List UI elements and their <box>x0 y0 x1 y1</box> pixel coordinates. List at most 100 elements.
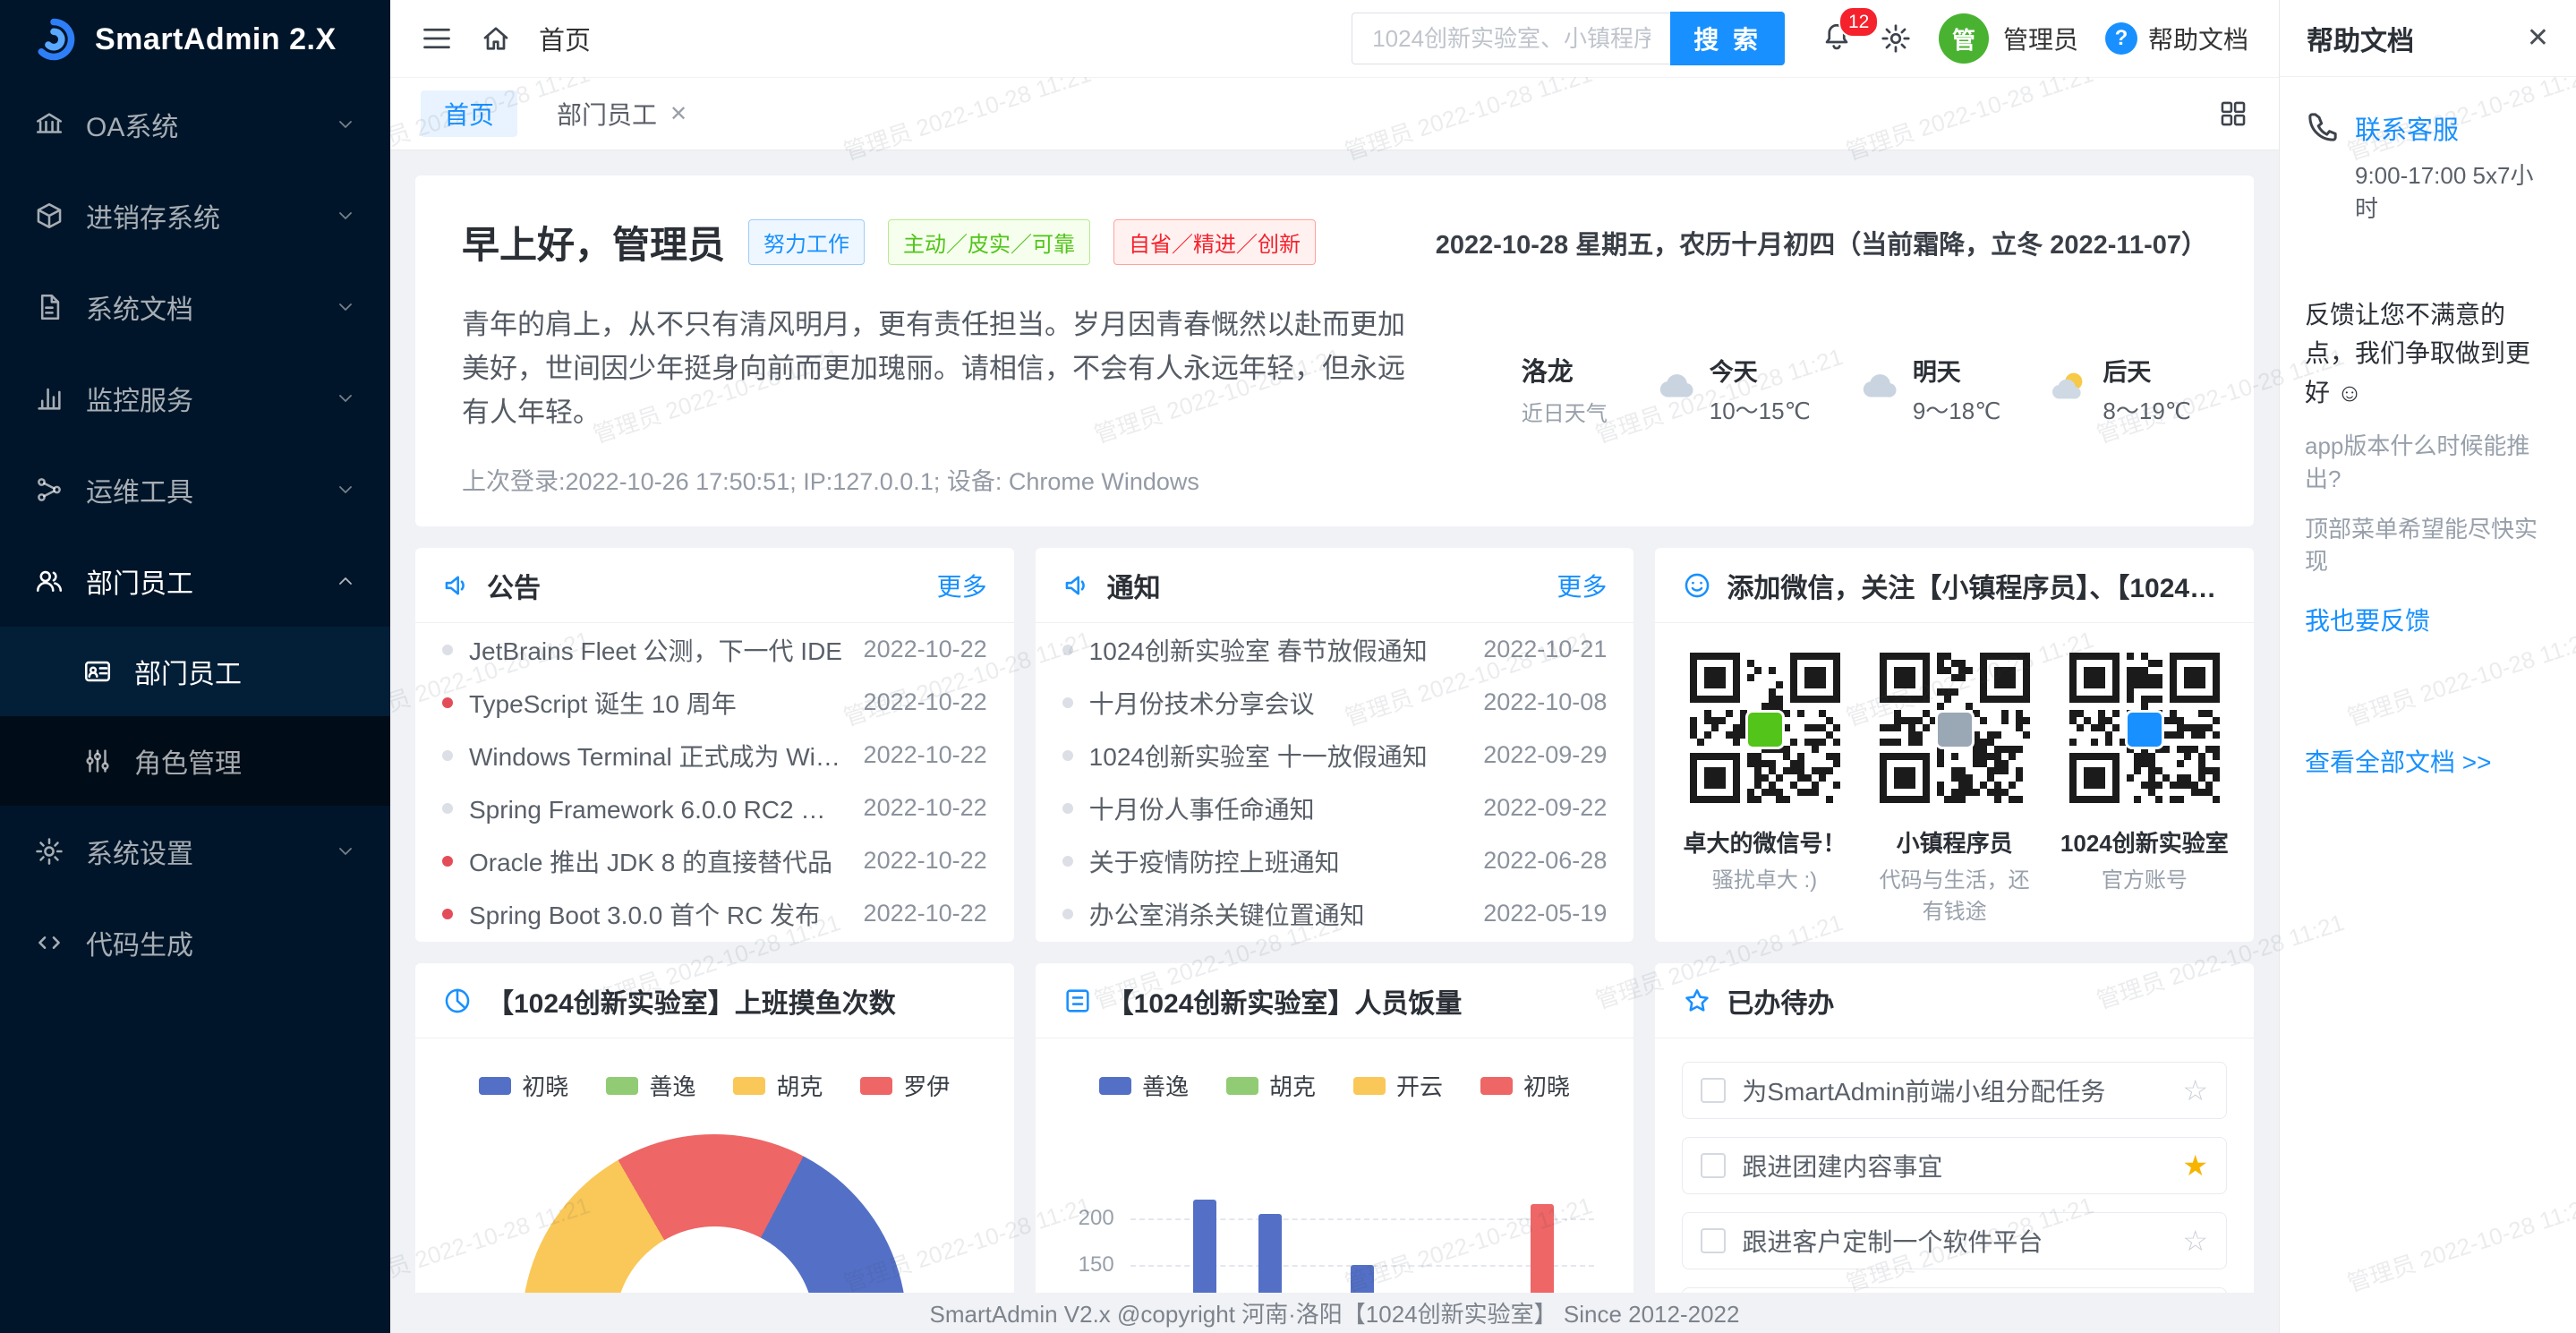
username: 管理员 <box>2003 21 2078 56</box>
tab-home[interactable]: 首页 <box>421 90 517 137</box>
bullet-dot <box>1062 803 1073 814</box>
announcement-item[interactable]: Windows Terminal 正式成为 Win...2022-10-22 <box>415 729 1014 782</box>
gear-icon <box>34 836 64 867</box>
qr-caption: 小镇程序员 <box>1864 825 2046 859</box>
news-title: 1024创新实验室 春节放假通知 <box>1089 632 1484 668</box>
news-title: TypeScript 诞生 10 周年 <box>469 685 864 721</box>
topbar: 首页 搜 索 12 管 管理员 ? 帮助文档 <box>390 0 2279 77</box>
search-input[interactable] <box>1352 13 1670 64</box>
weather-day: 后天 8～19℃ <box>2049 353 2191 426</box>
announcement-item[interactable]: JetBrains Fleet 公测，下一代 IDE2022-10-22 <box>415 623 1014 676</box>
bank-icon <box>34 109 64 140</box>
search-button[interactable]: 搜 索 <box>1670 12 1785 65</box>
legend-item: 善逸 <box>606 1069 695 1102</box>
star-toggle-icon[interactable]: ☆ <box>2182 1224 2208 1258</box>
todo-item[interactable]: 跟进客户定制一个软件平台 ☆ <box>1682 1212 2227 1269</box>
sidebar-subitem-dept-employee[interactable]: 部门员工 <box>0 627 390 716</box>
notice-item[interactable]: 十月份人事任命通知2022-09-22 <box>1036 782 1634 834</box>
settings-gear-icon[interactable] <box>1880 22 1912 55</box>
sidebar-item-oa-system[interactable]: OA系统 <box>0 79 390 170</box>
weather-day-label: 后天 <box>2103 353 2191 388</box>
weather-city: 洛龙 近日天气 <box>1522 351 1608 427</box>
close-icon[interactable]: ✕ <box>670 101 687 127</box>
sidebar-item-system-docs[interactable]: 系统文档 <box>0 261 390 353</box>
news-date: 2022-10-22 <box>864 900 987 927</box>
bottom-cards-row: 【1024创新实验室】上班摸鱼次数 初晓 善逸 胡克 罗伊 【1024创新实验室… <box>415 963 2254 1293</box>
announcement-item[interactable]: Oracle 推出 JDK 8 的直接替代品2022-10-22 <box>415 834 1014 887</box>
notice-item[interactable]: 十月份技术分享会议2022-10-08 <box>1036 676 1634 729</box>
home-icon[interactable] <box>480 22 512 55</box>
contact-service-link[interactable]: 联系客服 <box>2355 109 2551 147</box>
qr-row: 卓大的微信号！ 骚扰卓大 :) 小镇程序员 代码与生活，还有钱途 1024创新实… <box>1655 623 2254 942</box>
announcement-item[interactable]: Spring Boot 3.0.0 首个 RC 发布2022-10-22 <box>415 887 1014 940</box>
todo-card: 已办待办 为SmartAdmin前端小组分配任务 ☆ 跟进团建内容事宜 ★ <box>1655 963 2254 1293</box>
sidebar-item-inventory-system[interactable]: 进销存系统 <box>0 170 390 261</box>
sidebar-item-code-generator[interactable]: 代码生成 <box>0 897 390 988</box>
more-link[interactable]: 更多 <box>1557 568 1607 603</box>
close-icon[interactable]: ✕ <box>2527 22 2549 54</box>
phone-icon <box>2305 109 2341 145</box>
weather-day: 明天 9～18℃ <box>1859 353 2001 426</box>
cloud-icon <box>1656 366 1697 412</box>
more-link[interactable]: 更多 <box>937 568 987 603</box>
help-panel: 帮助文档 ✕ 联系客服 9:00-17:00 5x7小时 反馈让您不满意的点，我… <box>2279 0 2576 1333</box>
sun-cloud-icon <box>2049 366 2090 412</box>
all-docs-link[interactable]: 查看全部文档 >> <box>2305 743 2551 779</box>
legend-item: 初晓 <box>1480 1069 1570 1102</box>
service-hours: 9:00-17:00 5x7小时 <box>2355 158 2551 224</box>
news-date: 2022-10-22 <box>864 847 987 875</box>
logo-text: SmartAdmin 2.X <box>95 22 337 57</box>
qr-caption: 卓大的微信号！ <box>1673 825 1855 859</box>
bullet-dot <box>1062 856 1073 867</box>
notice-item[interactable]: 1024创新实验室 春节放假通知2022-10-21 <box>1036 623 1634 676</box>
notice-item[interactable]: 办公室消杀关键位置通知2022-05-19 <box>1036 887 1634 940</box>
feedback-item: app版本什么时候能推出? <box>2305 430 2551 495</box>
announcement-item[interactable]: TypeScript 诞生 10 周年2022-10-22 <box>415 676 1014 729</box>
contact-block: 联系客服 9:00-17:00 5x7小时 <box>2305 109 2551 224</box>
news-title: JetBrains Fleet 公测，下一代 IDE <box>469 632 864 668</box>
sidebar-subitem-role-management[interactable]: 角色管理 <box>0 716 390 806</box>
news-date: 2022-10-22 <box>864 688 987 716</box>
qr-subcaption: 官方账号 <box>2053 866 2236 897</box>
star-toggle-icon[interactable]: ☆ <box>2182 1073 2208 1107</box>
menu-fold-icon[interactable] <box>421 22 453 55</box>
grid-layout-icon[interactable] <box>2218 98 2248 129</box>
checkbox[interactable] <box>1701 1228 1726 1253</box>
feedback-link[interactable]: 我也要反馈 <box>2305 602 2551 637</box>
checkbox[interactable] <box>1701 1153 1726 1178</box>
todo-item[interactable]: 为SmartAdmin前端小组分配任务 ☆ <box>1682 1062 2227 1119</box>
tab-label: 部门员工 <box>557 96 657 132</box>
help-panel-title: 帮助文档 <box>2307 19 2414 58</box>
weather-day-label: 明天 <box>1913 353 2001 388</box>
team-icon <box>34 566 64 596</box>
middle-cards-row: 公告 更多 JetBrains Fleet 公测，下一代 IDE2022-10-… <box>415 548 2254 942</box>
sidebar-item-label: 部门员工 <box>134 652 242 691</box>
sidebar-item-label: 系统文档 <box>86 287 193 327</box>
sidebar-item-ops-tools[interactable]: 运维工具 <box>0 444 390 535</box>
sidebar-item-label: 监控服务 <box>86 379 193 418</box>
bullet-dot <box>442 750 453 761</box>
todo-label: 为SmartAdmin前端小组分配任务 <box>1742 1072 2182 1108</box>
feedback-title: 反馈让您不满意的点，我们争取做到更好 ☺ <box>2305 295 2551 412</box>
breadcrumb: 首页 <box>539 20 591 57</box>
todo-item[interactable]: 跟进团建内容事宜 ★ <box>1682 1137 2227 1194</box>
chevron-down-icon <box>335 205 356 226</box>
sidebar-item-monitor-service[interactable]: 监控服务 <box>0 353 390 444</box>
sidebar-item-system-settings[interactable]: 系统设置 <box>0 806 390 897</box>
news-date: 2022-09-22 <box>1483 794 1607 822</box>
checkbox[interactable] <box>1701 1078 1726 1103</box>
news-date: 2022-06-28 <box>1483 847 1607 875</box>
notice-item[interactable]: 1024创新实验室 十一放假通知2022-09-29 <box>1036 729 1634 782</box>
bar <box>1351 1265 1374 1293</box>
wechat-card: 添加微信，关注【小镇程序员】、【1024创新实验室】 卓大的微信号！ 骚扰卓大 … <box>1655 548 2254 942</box>
star-toggle-icon[interactable]: ★ <box>2182 1149 2208 1183</box>
user-menu[interactable]: 管 管理员 <box>1939 13 2078 64</box>
tab-dept-employees[interactable]: 部门员工 ✕ <box>533 90 711 137</box>
cloud-icon <box>1859 366 1900 412</box>
document-icon <box>34 292 64 322</box>
notice-item[interactable]: 关于疫情防控上班通知2022-06-28 <box>1036 834 1634 887</box>
notification-bell[interactable]: 12 <box>1821 21 1853 57</box>
help-docs-entry[interactable]: ? 帮助文档 <box>2105 21 2248 56</box>
announcement-item[interactable]: Spring Framework 6.0.0 RC2 发布2022-10-22 <box>415 782 1014 834</box>
sidebar-item-dept-employees[interactable]: 部门员工 <box>0 535 390 627</box>
